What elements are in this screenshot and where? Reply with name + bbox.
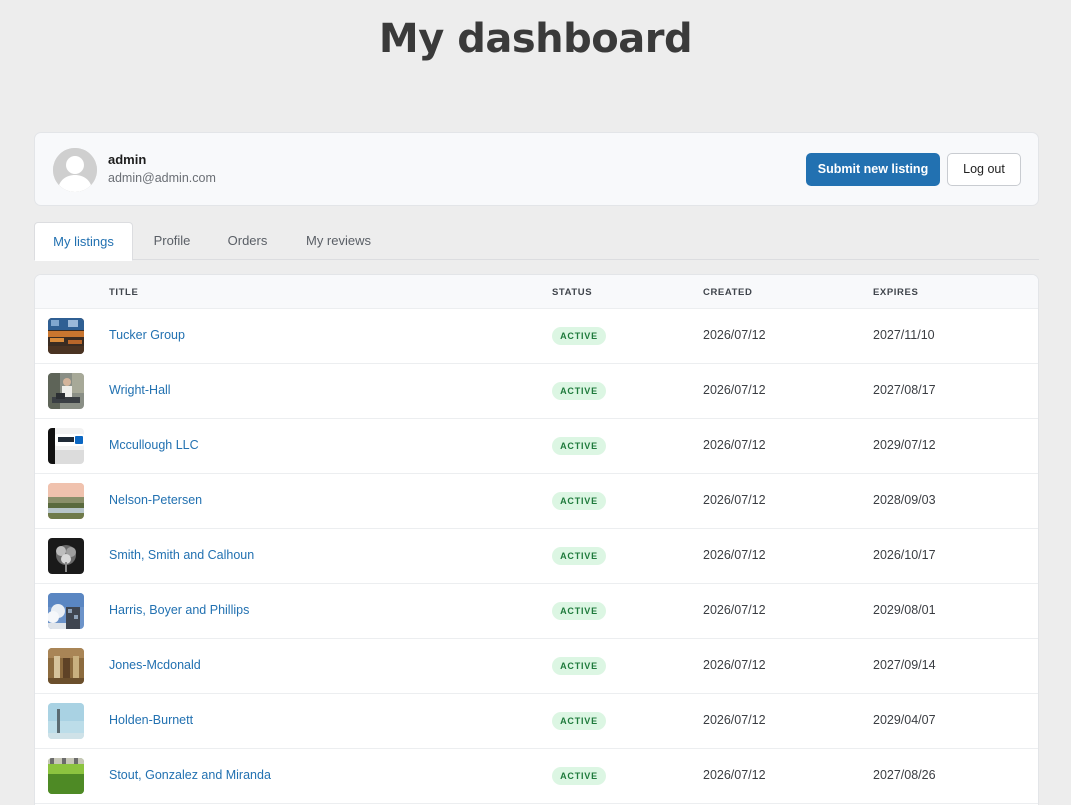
expires-date: 2027/08/26: [873, 768, 936, 782]
table-row: Mccullough LLC ACTIVE 2026/07/12 2029/07…: [35, 419, 1038, 474]
expires-date: 2029/04/07: [873, 713, 936, 727]
status-badge: ACTIVE: [552, 382, 606, 400]
table-row: Harris, Boyer and Phillips ACTIVE 2026/0…: [35, 584, 1038, 639]
status-badge: ACTIVE: [552, 327, 606, 345]
status-badge: ACTIVE: [552, 492, 606, 510]
listing-thumbnail[interactable]: [48, 758, 84, 794]
status-badge: ACTIVE: [552, 657, 606, 675]
tab-orders[interactable]: Orders: [214, 222, 281, 260]
avatar: [53, 148, 97, 192]
column-header-title[interactable]: TITLE: [109, 287, 138, 298]
listing-title-link[interactable]: Harris, Boyer and Phillips: [109, 603, 249, 617]
expires-date: 2029/08/01: [873, 603, 936, 617]
log-out-button[interactable]: Log out: [947, 153, 1021, 186]
user-email: admin@admin.com: [108, 171, 216, 185]
tab-profile[interactable]: Profile: [138, 222, 206, 260]
status-badge: ACTIVE: [552, 437, 606, 455]
submit-new-listing-button[interactable]: Submit new listing: [806, 153, 940, 186]
created-date: 2026/07/12: [703, 383, 766, 397]
column-header-status[interactable]: STATUS: [552, 287, 592, 298]
user-card: admin admin@admin.com Submit new listing…: [34, 132, 1039, 206]
column-header-created[interactable]: CREATED: [703, 287, 752, 298]
tab-my-reviews[interactable]: My reviews: [292, 222, 385, 260]
listing-thumbnail[interactable]: [48, 428, 84, 464]
listing-title-link[interactable]: Jones-Mcdonald: [109, 658, 201, 672]
created-date: 2026/07/12: [703, 548, 766, 562]
listings-table: TITLE STATUS CREATED EXPIRES Tucker Grou…: [34, 274, 1039, 805]
created-date: 2026/07/12: [703, 768, 766, 782]
table-header: TITLE STATUS CREATED EXPIRES: [35, 275, 1038, 309]
table-row: Tucker Group ACTIVE 2026/07/12 2027/11/1…: [35, 309, 1038, 364]
listing-thumbnail[interactable]: [48, 538, 84, 574]
listing-thumbnail[interactable]: [48, 373, 84, 409]
listing-thumbnail[interactable]: [48, 703, 84, 739]
user-silhouette-icon: [53, 148, 97, 192]
table-row: Jones-Mcdonald ACTIVE 2026/07/12 2027/09…: [35, 639, 1038, 694]
expires-date: 2026/10/17: [873, 548, 936, 562]
status-badge: ACTIVE: [552, 767, 606, 785]
expires-date: 2027/08/17: [873, 383, 936, 397]
listing-title-link[interactable]: Mccullough LLC: [109, 438, 199, 452]
listing-thumbnail[interactable]: [48, 648, 84, 684]
dashboard-tabs: My listings Profile Orders My reviews: [34, 222, 1039, 261]
table-row: Holden-Burnett ACTIVE 2026/07/12 2029/04…: [35, 694, 1038, 749]
tab-my-listings[interactable]: My listings: [34, 222, 133, 261]
status-badge: ACTIVE: [552, 602, 606, 620]
expires-date: 2027/09/14: [873, 658, 936, 672]
created-date: 2026/07/12: [703, 438, 766, 452]
created-date: 2026/07/12: [703, 603, 766, 617]
created-date: 2026/07/12: [703, 658, 766, 672]
expires-date: 2029/07/12: [873, 438, 936, 452]
table-row: Smith, Smith and Calhoun ACTIVE 2026/07/…: [35, 529, 1038, 584]
expires-date: 2028/09/03: [873, 493, 936, 507]
listing-title-link[interactable]: Holden-Burnett: [109, 713, 193, 727]
user-name: admin: [108, 152, 147, 167]
listing-thumbnail[interactable]: [48, 483, 84, 519]
table-row: Wright-Hall ACTIVE 2026/07/12 2027/08/17: [35, 364, 1038, 419]
listing-thumbnail[interactable]: [48, 318, 84, 354]
listing-thumbnail[interactable]: [48, 593, 84, 629]
listing-title-link[interactable]: Stout, Gonzalez and Miranda: [109, 768, 271, 782]
listing-title-link[interactable]: Smith, Smith and Calhoun: [109, 548, 254, 562]
created-date: 2026/07/12: [703, 493, 766, 507]
page-title: My dashboard: [378, 16, 693, 62]
listing-title-link[interactable]: Nelson-Petersen: [109, 493, 202, 507]
status-badge: ACTIVE: [552, 547, 606, 565]
status-badge: ACTIVE: [552, 712, 606, 730]
listing-title-link[interactable]: Wright-Hall: [109, 383, 171, 397]
column-header-expires[interactable]: EXPIRES: [873, 287, 918, 298]
expires-date: 2027/11/10: [873, 328, 935, 342]
created-date: 2026/07/12: [703, 713, 766, 727]
table-row: Stout, Gonzalez and Miranda ACTIVE 2026/…: [35, 749, 1038, 804]
listing-title-link[interactable]: Tucker Group: [109, 328, 185, 342]
created-date: 2026/07/12: [703, 328, 766, 342]
table-row: Nelson-Petersen ACTIVE 2026/07/12 2028/0…: [35, 474, 1038, 529]
